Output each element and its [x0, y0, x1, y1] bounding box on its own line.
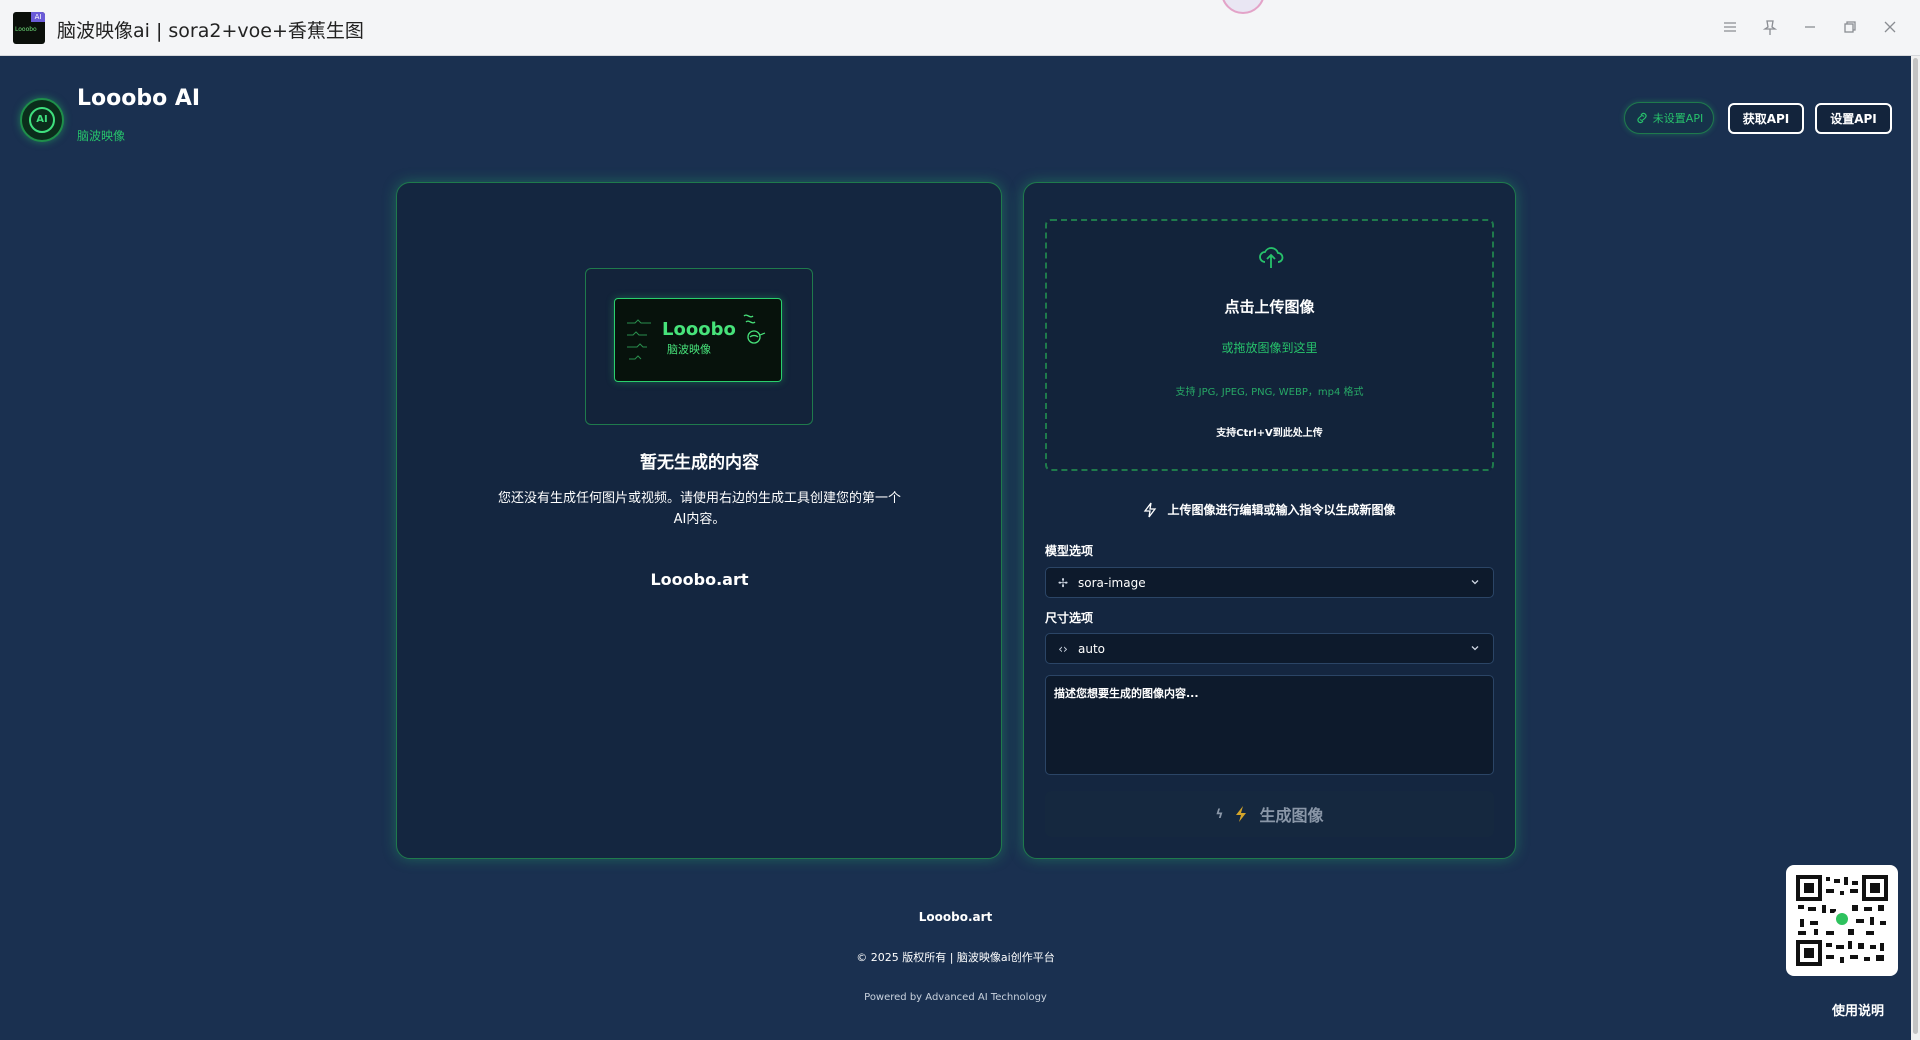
upload-drag-hint: 或拖放图像到这里 [1221, 341, 1318, 355]
prompt-textarea[interactable]: 描述您想要生成的图像内容... [1045, 675, 1494, 775]
chevron-down-icon [1471, 646, 1479, 651]
brand-subtitle: 脑波映像 [77, 129, 126, 143]
preview-logo-subtitle: 脑波映像 [667, 343, 711, 356]
api-status-badge[interactable]: 未设置API [1624, 102, 1714, 134]
instruction-hint: 上传图像进行编辑或输入指令以生成新图像 [1024, 501, 1515, 518]
close-icon[interactable] [1876, 14, 1904, 42]
menu-icon[interactable] [1716, 14, 1744, 42]
preview-logo-text: Looobo [662, 319, 736, 340]
footer-site: Looobo.art [918, 910, 993, 924]
upload-paste-hint: 支持Ctrl+V到此处上传 [1216, 428, 1323, 439]
empty-state-title: 暂无生成的内容 [640, 453, 759, 473]
qr-code-image [1796, 875, 1888, 966]
empty-state-site: Looobo.art [650, 570, 749, 589]
generator-panel: 点击上传图像 或拖放图像到这里 支持 JPG, JPEG, PNG, WEBP，… [1023, 182, 1516, 859]
link-icon [1637, 112, 1647, 124]
brand-logo-text: AI [29, 107, 55, 133]
generate-button-label: 生成图像 [1259, 806, 1324, 825]
brand-title: Looobo AI [77, 86, 201, 111]
sparkle-icon: ✢ [1057, 575, 1069, 590]
upload-formats: 支持 JPG, JPEG, PNG, WEBP，mp4 格式 [1175, 387, 1364, 398]
minimize-icon[interactable] [1796, 14, 1824, 42]
pin-icon[interactable] [1756, 14, 1784, 42]
qr-code [1786, 865, 1898, 976]
window-title: 脑波映像ai | sora2+voe+香蕉生图 [57, 20, 364, 42]
lightning-icon [1144, 502, 1157, 517]
preview-logo-image: Looobo 脑波映像 [614, 298, 782, 382]
cloud-upload-icon [1259, 247, 1284, 268]
size-select[interactable]: ‹› auto [1045, 633, 1494, 664]
lightning-icon [1236, 806, 1247, 822]
set-api-button[interactable]: 设置API [1815, 103, 1892, 134]
model-select[interactable]: ✢ sora-image [1045, 567, 1494, 598]
api-status-label: 未设置API [1652, 112, 1704, 125]
help-link[interactable]: 使用说明 [1832, 1000, 1884, 1019]
wave-decoration-icon [627, 319, 651, 360]
size-select-value: auto [1078, 641, 1106, 656]
empty-state-description: 您还没有生成任何图片或视频。请使用右边的生成工具创建您的第一个AI内容。 [497, 491, 901, 527]
generate-button[interactable]: ϟ 生成图像 [1045, 791, 1494, 837]
restore-icon[interactable] [1836, 14, 1864, 42]
instruction-hint-text: 上传图像进行编辑或输入指令以生成新图像 [1167, 503, 1396, 517]
brain-icon [743, 314, 766, 344]
upload-title: 点击上传图像 [1224, 298, 1315, 316]
preview-frame: Looobo 脑波映像 [585, 268, 813, 425]
image-upload-zone[interactable]: 点击上传图像 或拖放图像到这里 支持 JPG, JPEG, PNG, WEBP，… [1045, 219, 1494, 471]
model-label: 模型选项 [1045, 544, 1094, 558]
model-select-value: sora-image [1078, 575, 1146, 590]
size-label: 尺寸选项 [1045, 611, 1094, 625]
window-titlebar: AI Looobo 脑波映像ai | sora2+voe+香蕉生图 [0, 0, 1920, 56]
footer-powered-by: Powered by Advanced AI Technology [864, 992, 1047, 1003]
bolt-small-icon: ϟ [1215, 807, 1224, 821]
footer-copyright: © 2025 版权所有 | 脑波映像ai创作平台 [856, 951, 1055, 964]
results-panel: Looobo 脑波映像 暂无生成的内容 您还没有生成任何图片或视频。请使用右边的… [396, 182, 1002, 859]
app-icon: AI Looobo [13, 12, 45, 44]
scrollbar-thumb[interactable] [1913, 58, 1918, 1034]
get-api-button[interactable]: 获取API [1728, 103, 1804, 134]
resize-icon: ‹› [1058, 641, 1068, 656]
app-icon-brand: Looobo [15, 26, 37, 33]
chevron-down-icon [1471, 580, 1479, 585]
app-icon-ai-tag: AI [31, 12, 45, 22]
brand-logo: AI [20, 98, 64, 142]
